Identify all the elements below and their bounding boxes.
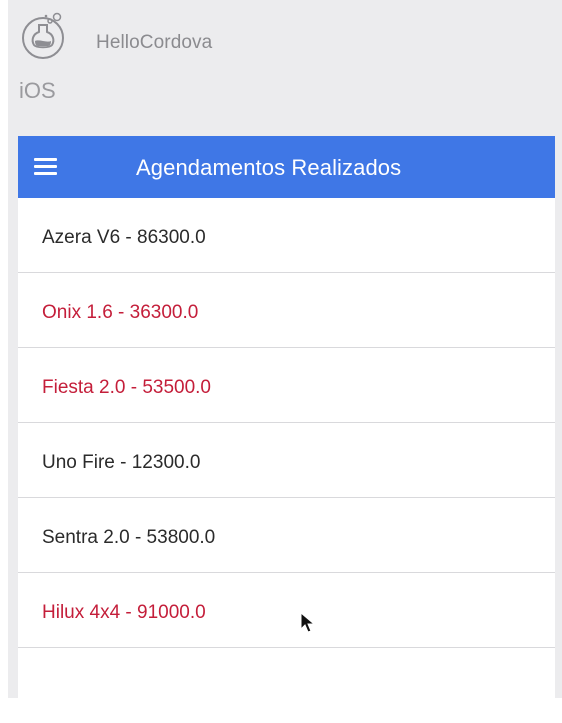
appointments-list: Azera V6 - 86300.0 Onix 1.6 - 36300.0 Fi… (18, 198, 555, 723)
app-name: HelloCordova (96, 32, 213, 53)
toolbar: Agendamentos Realizados (18, 136, 555, 198)
list-item[interactable]: Uno Fire - 12300.0 (18, 423, 555, 498)
list-item-label: Sentra 2.0 - 53800.0 (42, 527, 216, 548)
list-item-label: Onix 1.6 - 36300.0 (42, 302, 199, 323)
platform-label: iOS (19, 78, 56, 103)
list-item-label: Fiesta 2.0 - 53500.0 (42, 377, 211, 398)
app-screen: Agendamentos Realizados Azera V6 - 86300… (18, 136, 555, 698)
hamburger-icon[interactable] (32, 154, 60, 180)
list-item[interactable]: Fiesta 2.0 - 53500.0 (18, 348, 555, 423)
list-item[interactable]: Sentra 2.0 - 53800.0 (18, 498, 555, 573)
list-item[interactable]: Azera V6 - 86300.0 (18, 198, 555, 273)
mouse-cursor-icon (300, 612, 316, 633)
app-header: HelloCordova iOS (8, 0, 562, 128)
page-title: Agendamentos Realizados (136, 155, 402, 180)
flask-icon (22, 12, 64, 59)
list-item-label: Azera V6 - 86300.0 (42, 227, 206, 248)
list-item-label: Hilux 4x4 - 91000.0 (42, 602, 206, 623)
list-item-label: Uno Fire - 12300.0 (42, 452, 201, 473)
list-item[interactable]: Hilux 4x4 - 91000.0 (18, 573, 555, 648)
list-item-empty (18, 648, 555, 723)
simulator-window: HelloCordova iOS Agendamentos Realizados… (8, 0, 562, 698)
list-item[interactable]: Onix 1.6 - 36300.0 (18, 273, 555, 348)
